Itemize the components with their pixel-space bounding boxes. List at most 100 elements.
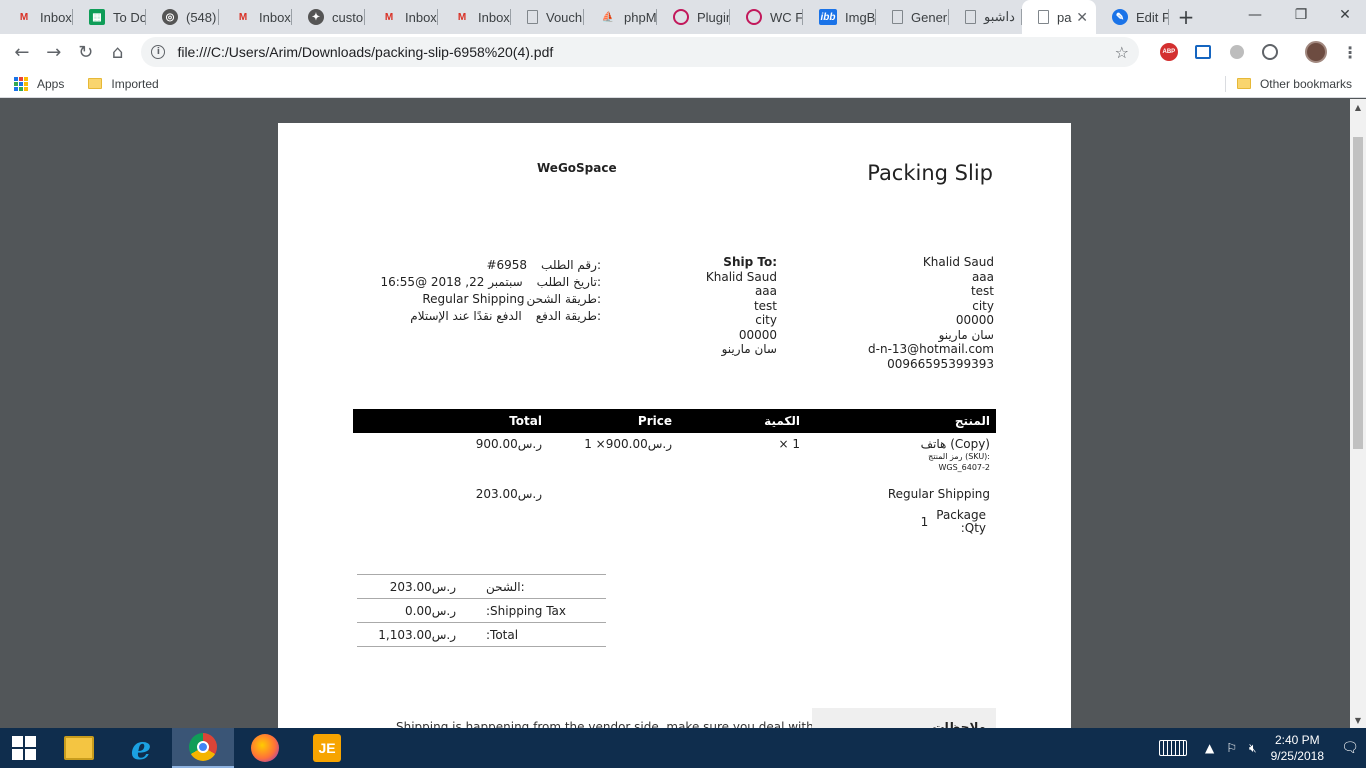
browser-tab[interactable]: ibb ImgBB [803, 0, 876, 34]
scroll-up-icon[interactable]: ▲ [1350, 99, 1366, 115]
back-button[interactable]: ← [6, 36, 38, 68]
new-tab-button[interactable]: + [1169, 0, 1203, 34]
address-bar[interactable]: i file:///C:/Users/Arim/Downloads/packin… [141, 37, 1139, 67]
extension-button[interactable] [1221, 36, 1253, 68]
taskbar-internet-explorer[interactable]: e [110, 728, 172, 768]
screenshot-extension-button[interactable] [1187, 36, 1219, 68]
network-icon[interactable]: ⚐ [1226, 741, 1237, 755]
totals-value: ر.س1,103.00 [378, 627, 456, 642]
forward-button[interactable]: → [38, 36, 70, 68]
browser-tab[interactable]: M Inbox [365, 0, 438, 34]
url-text[interactable]: file:///C:/Users/Arim/Downloads/packing-… [177, 44, 1114, 60]
touch-keyboard-icon[interactable] [1159, 740, 1188, 756]
taskbar-jedit[interactable]: JE [296, 728, 358, 768]
document-icon [1038, 10, 1049, 24]
scrollbar-thumb[interactable] [1353, 137, 1363, 449]
totals-label: الشحن: [486, 579, 525, 594]
home-button[interactable]: ⌂ [102, 36, 134, 68]
browser-tab[interactable]: pa ✕ [1022, 0, 1096, 34]
shipping-method: Regular Shipping [887, 487, 990, 501]
billing-line: aaa [971, 269, 994, 284]
clock[interactable]: 2:40 PM 9/25/2018 [1271, 732, 1324, 764]
tab-title: Inbox [40, 9, 72, 25]
start-button[interactable] [0, 728, 48, 768]
adblock-extension-button[interactable]: ABP [1153, 36, 1185, 68]
vertical-scrollbar[interactable]: ▲ ▼ [1350, 99, 1366, 728]
bookmark-star-icon[interactable]: ☆ [1115, 43, 1129, 62]
browser-tab[interactable]: M Inbox [0, 0, 73, 34]
tab-title: To Do [113, 9, 146, 25]
billing-address: Khalid Saud aaa test city 00000 سان مارينو d-n… [868, 255, 994, 371]
billing-line: سان مارينو [938, 327, 994, 342]
browser-tab[interactable]: Vouch [511, 0, 584, 34]
item-product: هاتف (Copy) رمز المنتج (SKU): WGS_6407-2 [806, 433, 996, 477]
browser-tab[interactable]: ⛵ phpM [584, 0, 657, 34]
profile-button[interactable] [1300, 36, 1332, 68]
windows-logo-icon [12, 736, 36, 760]
browser-tab[interactable]: Gener [876, 0, 949, 34]
bookmark-folder-other[interactable]: Other bookmarks [1236, 76, 1352, 91]
reload-button[interactable]: ↻ [70, 36, 102, 68]
plugin-icon [746, 9, 762, 25]
tab-title: pa [1057, 9, 1072, 25]
order-info: #6958 رقم الطلب: سبتمبر 22, 2018 @16:55 تار… [368, 257, 601, 325]
circle-icon [1229, 45, 1244, 59]
browser-tab[interactable]: ▦ To Do [73, 0, 146, 34]
browser-tab[interactable]: ✎ Edit Pa [1096, 0, 1169, 34]
ship-to-line: test [753, 298, 777, 313]
taskbar-firefox[interactable] [234, 728, 296, 768]
site-icon: ✦ [308, 9, 324, 25]
item-price: ر.س900.00× 1 [584, 437, 672, 451]
bookmark-folder-imported[interactable]: Imported [88, 77, 159, 91]
pdf-viewer[interactable]: WeGoSpace Packing Slip #6958 رقم الطلب: سب… [0, 99, 1350, 728]
tab-title: Inbox [405, 9, 437, 25]
restore-button[interactable]: ❐ [1278, 0, 1324, 30]
totals-value: ر.س203.00 [389, 579, 456, 594]
firefox-icon [251, 734, 279, 762]
bookmark-label: Other bookmarks [1259, 76, 1352, 91]
show-hidden-icons-icon[interactable]: ▲ [1205, 741, 1214, 755]
notes-text: Shipping is happening from the vendor si… [396, 720, 812, 728]
browser-tab[interactable]: WC Fr [730, 0, 803, 34]
menu-button[interactable]: ⋮ [1334, 36, 1366, 68]
gmail-icon: M [457, 11, 467, 23]
order-info-label: رقم الطلب: [541, 258, 601, 272]
tab-title: (548) [186, 9, 217, 25]
extension-button-2[interactable] [1254, 36, 1286, 68]
shipping-address: Ship To: Khalid Saud aaa test city 00000 سان … [706, 255, 777, 357]
taskbar-chrome[interactable] [172, 728, 234, 768]
notifications-icon[interactable]: 🗨︎ [1340, 728, 1360, 768]
browser-tab[interactable]: M Inbox [438, 0, 511, 34]
info-icon[interactable]: i [151, 45, 166, 59]
browser-tab[interactable]: M Inbox [219, 0, 292, 34]
taskbar-file-explorer[interactable] [48, 728, 110, 768]
close-window-button[interactable]: ✕ [1324, 0, 1366, 30]
gmail-icon: M [238, 11, 248, 23]
browser-tab[interactable]: Plugin [657, 0, 730, 34]
totals-value: ر.س0.00 [405, 603, 456, 618]
minimize-button[interactable]: — [1232, 0, 1278, 30]
volume-muted-icon[interactable]: 🔇︎ [1249, 741, 1257, 756]
bookmark-apps[interactable]: Apps [14, 76, 64, 91]
browser-toolbar: ← → ↻ ⌂ i file:///C:/Users/Arim/Download… [0, 34, 1366, 70]
system-tray: ▲ ⚐ 🔇︎ 2:40 PM 9/25/2018 🗨︎ [1159, 728, 1366, 768]
column-header-quantity: الكمية [678, 409, 806, 433]
item-name: هاتف (Copy) [920, 437, 990, 451]
notes-heading: ملاحظات [812, 708, 996, 728]
close-tab-icon[interactable]: ✕ [1076, 9, 1088, 26]
tab-title: phpM [624, 9, 657, 25]
file-explorer-icon [64, 736, 94, 760]
table-row: 1 Package :Qty [353, 505, 996, 539]
windows-taskbar: e JE ▲ ⚐ 🔇︎ 2:40 PM 9/25/2018 🗨︎ [0, 728, 1366, 768]
edit-icon: ✎ [1112, 9, 1128, 25]
tab-list: M Inbox ▦ To Do ◎ (548) M Inbox ✦ custor M Inbox M In… [0, 0, 1169, 34]
browser-tab[interactable]: ◎ (548) [146, 0, 219, 34]
tab-title: ImgBB [845, 9, 876, 25]
folder-icon [1236, 78, 1251, 89]
browser-tab[interactable]: ✦ custor [292, 0, 365, 34]
tab-title: Plugin [697, 9, 730, 25]
item-sku-label: رمز المنتج (SKU): [928, 452, 990, 461]
browser-tab[interactable]: داشبو [949, 0, 1022, 34]
scroll-down-icon[interactable]: ▼ [1350, 712, 1366, 728]
plugin-icon [673, 9, 689, 25]
